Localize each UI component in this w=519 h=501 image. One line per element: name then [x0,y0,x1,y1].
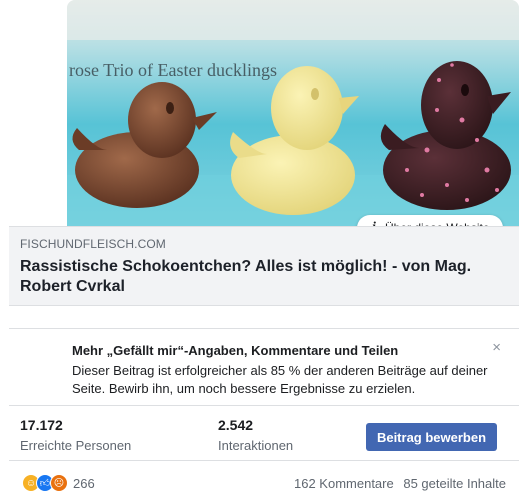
comments-count[interactable]: 162 Kommentare [294,476,394,491]
post-insights: 17.172 Erreichte Personen 2.542 Interakt… [9,405,519,461]
reach-label: Erreichte Personen [20,438,132,453]
photo-caption: rose Trio of Easter ducklings [69,60,277,80]
boost-post-button[interactable]: Beitrag bewerben [366,423,497,451]
link-domain: FISCHUNDFLEISCH.COM [20,237,166,251]
easter-ducklings-photo: rose Trio of Easter ducklings [67,0,519,226]
post-card: rose Trio of Easter ducklings FISCHUNDFL… [9,0,519,501]
close-icon[interactable]: × [492,339,501,356]
interactions-value: 2.542 [218,417,254,433]
promo-title: Mehr „Gefällt mir“-Angaben, Kommentare u… [72,343,399,358]
angry-icon: ☹ [50,474,68,492]
link-preview-meta[interactable]: FISCHUNDFLEISCH.COM Rassistische Schokoe… [9,226,519,306]
shares-count[interactable]: 85 geteilte Inhalte [403,476,506,491]
boost-suggestion-panel: Mehr „Gefällt mir“-Angaben, Kommentare u… [9,328,519,406]
link-headline[interactable]: Rassistische Schokoentchen? Alles ist mö… [20,257,500,297]
reactions-bar: ☺ 👍︎ ☹ 266 162 Kommentare 85 geteilte In… [9,461,519,501]
interactions-stat[interactable]: 2.542 Interaktionen [218,417,293,453]
reaction-count[interactable]: 266 [73,476,95,491]
reach-value: 17.172 [20,417,63,433]
reaction-icons[interactable]: ☺ 👍︎ ☹ [22,474,68,492]
interactions-label: Interaktionen [218,438,294,453]
engagement-counts: 162 Kommentare 85 geteilte Inhalte [288,476,506,491]
link-preview-image[interactable]: rose Trio of Easter ducklings [67,0,519,226]
reach-stat[interactable]: 17.172 Erreichte Personen [20,417,131,453]
promo-text: Dieser Beitrag ist erfolgreicher als 85 … [72,363,488,396]
